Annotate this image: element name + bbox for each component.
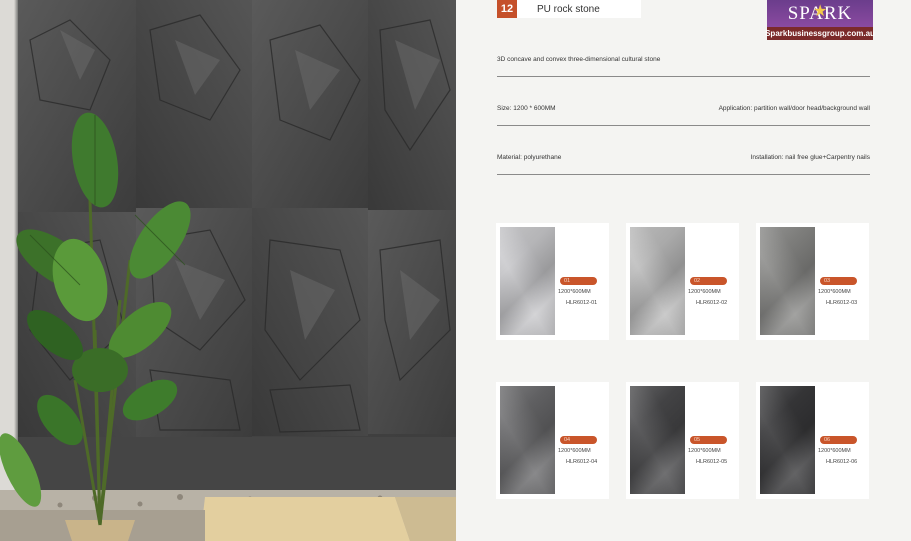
product-index-badge: 01: [560, 277, 597, 285]
installation-photo: [0, 0, 456, 541]
catalogue-page: 12 PU rock stone SPARK ★ Sparkbusinessgr…: [456, 0, 911, 541]
product-card[interactable]: 02 1200*600MM HLR6012-02: [626, 223, 739, 340]
divider: [497, 125, 870, 126]
spec-size: Size: 1200 * 600MM: [497, 105, 556, 112]
page-number-badge: 12: [497, 0, 517, 18]
product-card[interactable]: 06 1200*600MM HLR6012-06: [756, 382, 869, 499]
product-swatch: [760, 386, 815, 494]
product-swatch: [760, 227, 815, 335]
product-size: 1200*600MM: [818, 289, 851, 295]
product-code: HLR6012-03: [826, 300, 858, 306]
product-code: HLR6012-01: [566, 300, 598, 306]
product-card[interactable]: 03 1200*600MM HLR6012-03: [756, 223, 869, 340]
product-index-badge: 06: [820, 436, 857, 444]
page-title: PU rock stone: [517, 0, 641, 18]
spec-description: 3D concave and convex three-dimensional …: [497, 56, 661, 63]
product-code: HLR6012-02: [696, 300, 728, 306]
product-index-badge: 05: [690, 436, 727, 444]
logo-website: Sparkbusinessgroup.com.au: [765, 27, 875, 40]
product-index-badge: 03: [820, 277, 857, 285]
product-code: HLR6012-06: [826, 459, 858, 465]
product-size: 1200*600MM: [688, 289, 721, 295]
product-card[interactable]: 04 1200*600MM HLR6012-04: [496, 382, 609, 499]
divider: [497, 174, 870, 175]
product-index-badge: 04: [560, 436, 597, 444]
spec-application: Application: partition wall/door head/ba…: [718, 105, 870, 112]
product-card[interactable]: 01 1200*600MM HLR6012-01: [496, 223, 609, 340]
product-size: 1200*600MM: [558, 448, 591, 454]
star-icon: ★: [813, 3, 828, 20]
product-swatch: [630, 386, 685, 494]
stone-wall-scene: [0, 0, 456, 541]
product-size: 1200*600MM: [688, 448, 721, 454]
product-swatch: [630, 227, 685, 335]
product-size: 1200*600MM: [818, 448, 851, 454]
product-code: HLR6012-05: [696, 459, 728, 465]
divider: [497, 76, 870, 77]
spec-material: Material: polyurethane: [497, 154, 562, 161]
product-size: 1200*600MM: [558, 289, 591, 295]
product-code: HLR6012-04: [566, 459, 598, 465]
spark-logo: SPARK ★ Sparkbusinessgroup.com.au: [765, 0, 875, 40]
spec-installation: Installation: nail free glue+Carpentry n…: [750, 154, 870, 161]
product-index-badge: 02: [690, 277, 727, 285]
product-card[interactable]: 05 1200*600MM HLR6012-05: [626, 382, 739, 499]
product-swatch: [500, 227, 555, 335]
product-swatch: [500, 386, 555, 494]
